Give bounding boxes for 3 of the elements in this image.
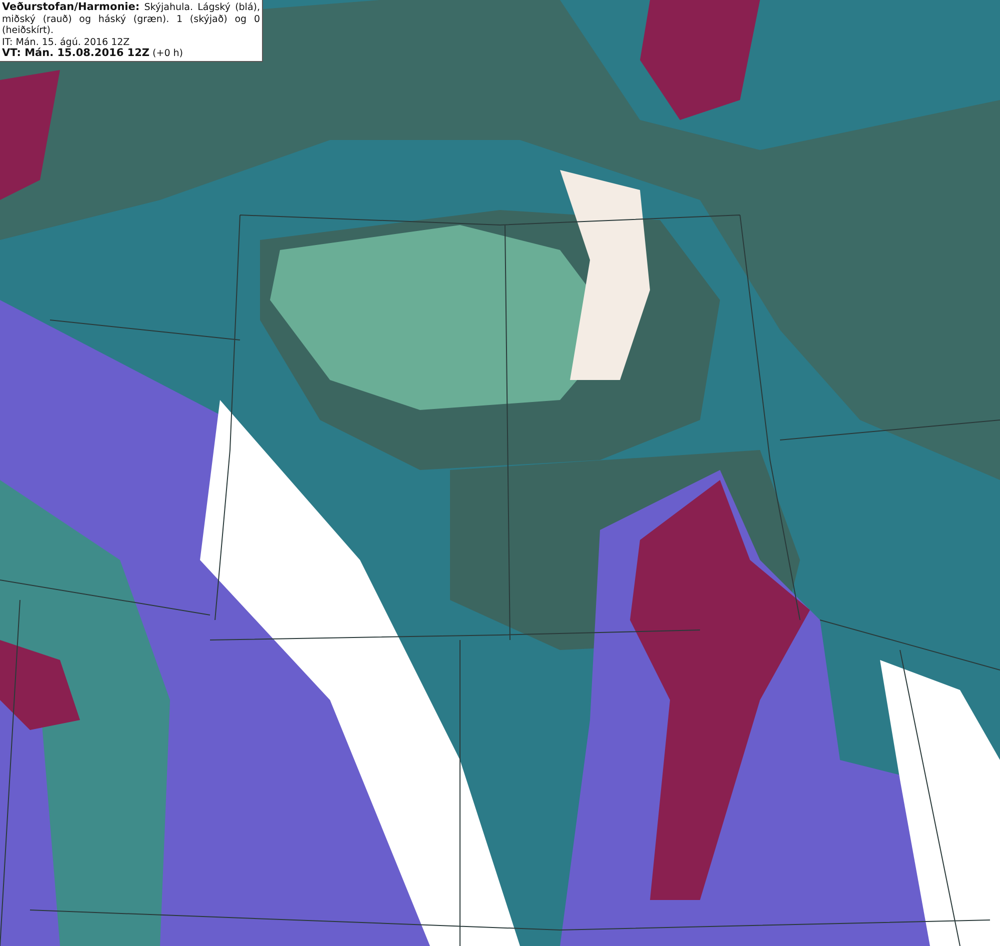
issue-time: IT: Mán. 15. ágú. 2016 12Z xyxy=(2,36,131,48)
legend-description: Veðurstofan/Harmonie: Skýjahula. Lágský (blá), miðský (rauð) og háský (græn). 1 (skýjað) og 0 (heiðskírt). xyxy=(2,2,260,36)
valid-time: VT: Mán. 15.08.2016 12Z (+0 h) xyxy=(2,48,184,60)
